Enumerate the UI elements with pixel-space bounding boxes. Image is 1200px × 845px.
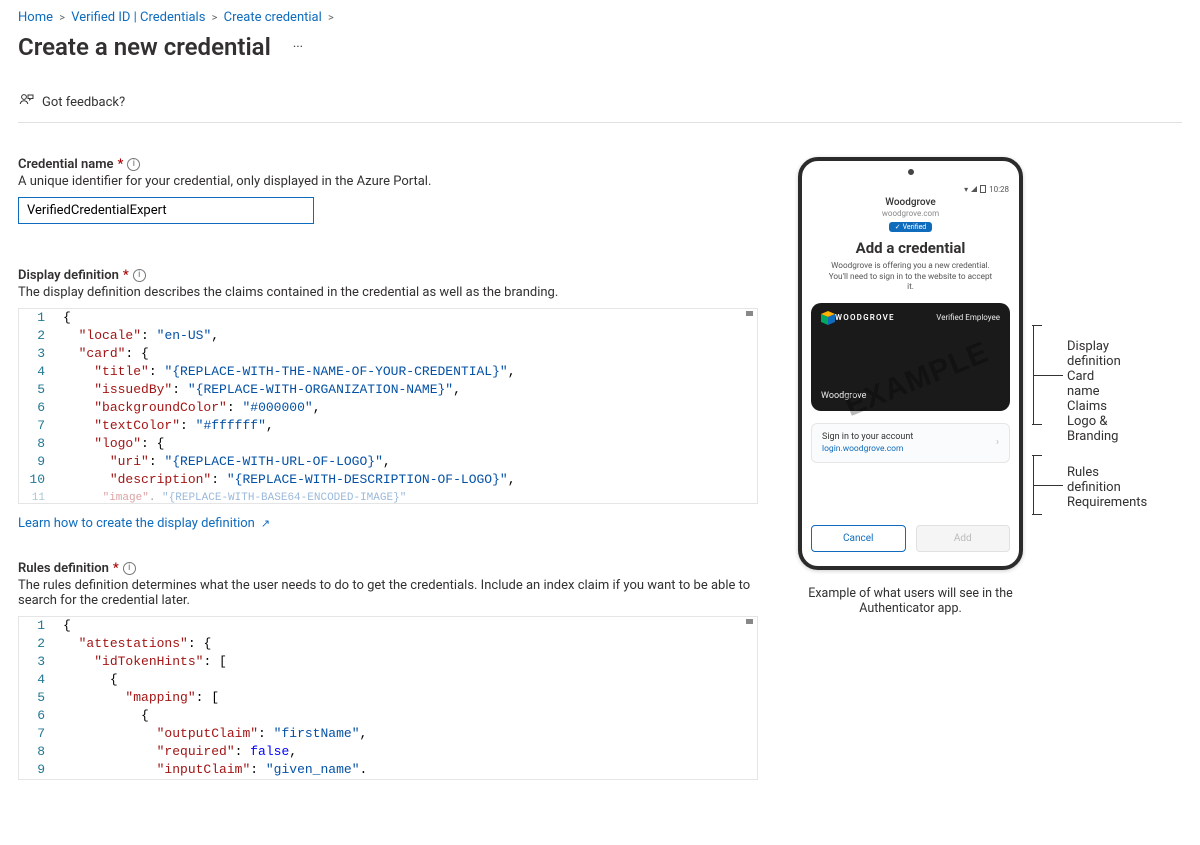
feedback-label: Got feedback? bbox=[42, 95, 125, 110]
credential-name-input[interactable] bbox=[18, 197, 314, 224]
info-icon[interactable]: i bbox=[133, 269, 146, 282]
required-asterisk: * bbox=[113, 561, 119, 576]
json-logo-desc: {REPLACE-WITH-DESCRIPTION-OF-LOGO} bbox=[235, 472, 500, 487]
card-issuer: Woodgrove bbox=[821, 391, 866, 401]
json-input-claim: given_name bbox=[274, 762, 352, 777]
annotation-rules-item: Requirements bbox=[1067, 495, 1147, 510]
required-asterisk: * bbox=[118, 157, 124, 172]
feedback-icon bbox=[18, 92, 34, 112]
wifi-icon: ▾ bbox=[964, 185, 968, 194]
phone-status-bar: ▾ 10:28 bbox=[804, 181, 1017, 197]
annotation-display-item: Claims bbox=[1067, 399, 1121, 414]
display-definition-section: Display definition * i The display defin… bbox=[18, 268, 758, 531]
preview-site-url: woodgrove.com bbox=[814, 209, 1007, 218]
rules-definition-desc: The rules definition determines what the… bbox=[18, 578, 758, 608]
page-title: Create a new credential bbox=[18, 33, 271, 61]
annotation-display: Display definition Card name Claims Logo… bbox=[1033, 325, 1063, 425]
json-card-text: #ffffff bbox=[203, 418, 258, 433]
breadcrumb-home[interactable]: Home bbox=[18, 10, 53, 25]
preview-cancel-button: Cancel bbox=[811, 525, 906, 552]
learn-display-definition-link[interactable]: Learn how to create the display definiti… bbox=[18, 516, 270, 531]
signin-url: login.woodgrove.com bbox=[822, 444, 913, 454]
breadcrumb-create-credential[interactable]: Create credential bbox=[224, 10, 322, 25]
card-brand: WOODGROVE bbox=[835, 313, 895, 322]
json-logo-uri: {REPLACE-WITH-URL-OF-LOGO} bbox=[172, 454, 375, 469]
preview-add-button: Add bbox=[916, 525, 1011, 552]
annotation-display-head: Display definition bbox=[1067, 339, 1121, 369]
annotation-rules-head: Rules definition bbox=[1067, 465, 1147, 495]
chevron-right-icon: › bbox=[996, 437, 999, 448]
rules-definition-editor[interactable]: 1{ 2 "attestations": { 3 "idTokenHints":… bbox=[18, 616, 758, 780]
json-card-bg: #000000 bbox=[250, 400, 305, 415]
json-output-claim: firstName bbox=[281, 726, 351, 741]
authenticator-preview: ▾ 10:28 Woodgrove woodgrove.com ✓ Verifi… bbox=[798, 157, 1023, 570]
battery-icon bbox=[980, 185, 986, 193]
breadcrumb-sep: > bbox=[212, 11, 218, 24]
preview-desc: Woodgrove is offering you a new credenti… bbox=[828, 261, 993, 293]
card-role: Verified Employee bbox=[936, 313, 1000, 322]
json-card-issuedby: {REPLACE-WITH-ORGANIZATION-NAME} bbox=[196, 382, 446, 397]
breadcrumb-sep: > bbox=[59, 11, 65, 24]
feedback-bar[interactable]: Got feedback? bbox=[18, 81, 1182, 123]
info-icon[interactable]: i bbox=[123, 562, 136, 575]
info-icon[interactable]: i bbox=[127, 158, 140, 171]
credential-name-desc: A unique identifier for your credential,… bbox=[18, 174, 758, 189]
breadcrumb: Home > Verified ID | Credentials > Creat… bbox=[18, 10, 1182, 25]
external-link-icon: ↗ bbox=[261, 517, 270, 530]
preview-site-title: Woodgrove bbox=[814, 197, 1007, 208]
phone-earpiece bbox=[908, 169, 914, 175]
breadcrumb-verified-id[interactable]: Verified ID | Credentials bbox=[71, 10, 205, 25]
credential-name-section: Credential name * i A unique identifier … bbox=[18, 157, 758, 224]
json-locale: en-US bbox=[164, 328, 203, 343]
signin-card: Sign in to your account login.woodgrove.… bbox=[811, 423, 1010, 463]
display-definition-editor[interactable]: 1{ 2 "locale": "en-US", 3 "card": { 4 "t… bbox=[18, 308, 758, 504]
annotation-display-item: Card name bbox=[1067, 369, 1121, 399]
annotation-display-item: Logo & Branding bbox=[1067, 414, 1121, 444]
credential-name-label: Credential name bbox=[18, 157, 114, 172]
annotation-rules: Rules definition Requirements bbox=[1033, 455, 1063, 515]
required-asterisk: * bbox=[123, 268, 129, 283]
display-definition-label: Display definition bbox=[18, 268, 119, 283]
preview-annotations: Display definition Card name Claims Logo… bbox=[1033, 325, 1063, 545]
preview-caption: Example of what users will see in the Au… bbox=[798, 586, 1023, 616]
rules-definition-section: Rules definition * i The rules definitio… bbox=[18, 561, 758, 780]
credential-card-preview: WOODGROVE Verified Employee Woodgrove bbox=[811, 303, 1010, 411]
rules-definition-label: Rules definition bbox=[18, 561, 109, 576]
more-actions-button[interactable]: ··· bbox=[289, 36, 307, 59]
phone-time: 10:28 bbox=[989, 185, 1009, 194]
preview-heading: Add a credential bbox=[814, 239, 1007, 257]
json-required: false bbox=[250, 744, 289, 759]
display-definition-desc: The display definition describes the cla… bbox=[18, 285, 758, 300]
signin-title: Sign in to your account bbox=[822, 432, 913, 442]
json-card-title: {REPLACE-WITH-THE-NAME-OF-YOUR-CREDENTIA… bbox=[172, 364, 500, 379]
signal-icon bbox=[971, 186, 977, 192]
woodgrove-logo-icon bbox=[821, 311, 835, 325]
verified-badge: ✓ Verified bbox=[889, 222, 933, 232]
check-icon: ✓ bbox=[895, 223, 901, 231]
breadcrumb-sep: > bbox=[328, 11, 334, 24]
